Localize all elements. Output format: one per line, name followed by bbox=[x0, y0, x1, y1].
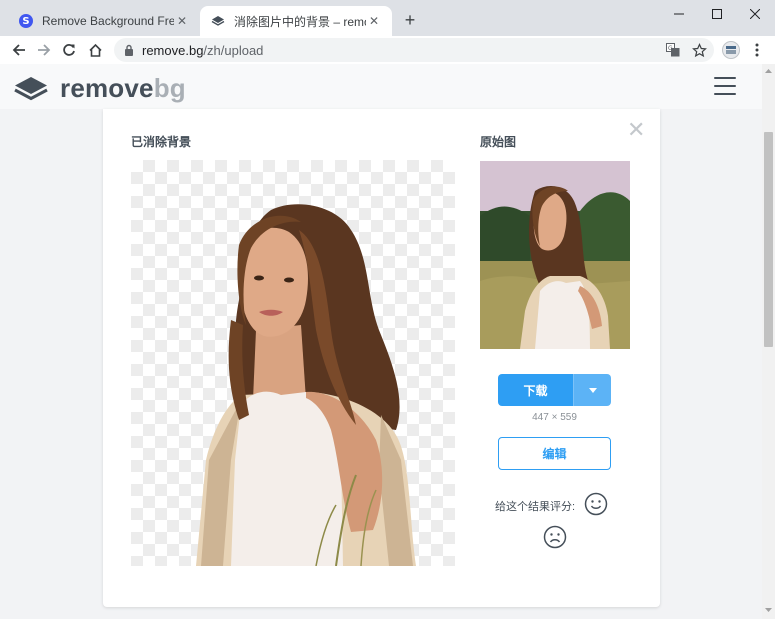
new-tab-button[interactable]: + bbox=[400, 10, 420, 30]
tab-remove-background-free[interactable]: S Remove Background Free | Soc ✕ bbox=[8, 6, 200, 36]
tab-removebg-upload[interactable]: 消除图片中的背景 – remove.bg ✕ bbox=[200, 6, 392, 36]
browser-menu-icon[interactable] bbox=[747, 40, 767, 60]
tab-title: 消除图片中的背景 – remove.bg bbox=[234, 14, 366, 29]
scroll-down-arrow-icon[interactable] bbox=[762, 605, 775, 615]
bookmark-star-icon[interactable] bbox=[689, 40, 709, 60]
rate-result-label: 给这个结果评分: bbox=[495, 501, 576, 513]
logo-layers-icon bbox=[14, 76, 48, 100]
page-scrollbar[interactable] bbox=[762, 64, 775, 619]
address-bar[interactable]: remove.bg/zh/upload bbox=[114, 38, 714, 62]
removebg-favicon-icon bbox=[210, 13, 226, 29]
tab-title: Remove Background Free | Soc bbox=[42, 14, 174, 28]
url-text: remove.bg/zh/upload bbox=[142, 42, 264, 58]
caret-down-icon bbox=[588, 387, 597, 393]
window-minimize-icon[interactable] bbox=[660, 0, 698, 28]
frown-sad-icon[interactable] bbox=[543, 525, 567, 549]
translate-icon[interactable]: G bbox=[663, 40, 683, 60]
edit-button[interactable]: 编辑 bbox=[498, 437, 611, 470]
download-button[interactable]: 下载 bbox=[498, 374, 573, 406]
page-viewport: removebg ✕ 已消除背景 原始图 下载 447 × 559 编辑 给这个… bbox=[0, 64, 762, 619]
forward-arrow-icon[interactable] bbox=[33, 39, 55, 61]
site-header: removebg bbox=[0, 64, 762, 109]
site-favicon-icon: S bbox=[18, 13, 34, 29]
smiley-happy-icon[interactable] bbox=[584, 492, 608, 516]
image-dimensions: 447 × 559 bbox=[532, 412, 577, 423]
profile-avatar-icon[interactable] bbox=[721, 40, 741, 60]
original-image[interactable] bbox=[480, 161, 630, 349]
result-card: ✕ 已消除背景 原始图 下载 447 × 559 编辑 给这个结果评分: bbox=[103, 109, 660, 607]
download-options-dropdown[interactable] bbox=[573, 374, 611, 406]
removebg-logo[interactable]: removebg bbox=[14, 73, 186, 104]
browser-toolbar: remove.bg/zh/upload G bbox=[0, 36, 775, 64]
tab-close-icon[interactable]: ✕ bbox=[174, 14, 190, 28]
home-icon[interactable] bbox=[84, 39, 106, 61]
tab-strip: S Remove Background Free | Soc ✕ 消除图片中的背… bbox=[0, 0, 775, 36]
lock-icon bbox=[122, 43, 136, 57]
logo-wordmark: removebg bbox=[60, 73, 186, 103]
svg-text:G: G bbox=[668, 45, 673, 52]
scroll-thumb[interactable] bbox=[764, 132, 773, 347]
back-arrow-icon[interactable] bbox=[8, 39, 30, 61]
tab-close-icon[interactable]: ✕ bbox=[366, 14, 382, 28]
card-close-icon[interactable]: ✕ bbox=[627, 119, 645, 141]
window-close-icon[interactable] bbox=[736, 0, 774, 28]
download-button-group: 下载 bbox=[498, 374, 611, 406]
original-label: 原始图 bbox=[480, 135, 517, 149]
window-maximize-icon[interactable] bbox=[698, 0, 736, 28]
result-label: 已消除背景 bbox=[131, 135, 192, 149]
scroll-up-arrow-icon[interactable] bbox=[762, 66, 775, 76]
result-image bbox=[131, 160, 455, 566]
hamburger-menu-icon[interactable] bbox=[714, 77, 736, 95]
reload-icon[interactable] bbox=[58, 39, 80, 61]
